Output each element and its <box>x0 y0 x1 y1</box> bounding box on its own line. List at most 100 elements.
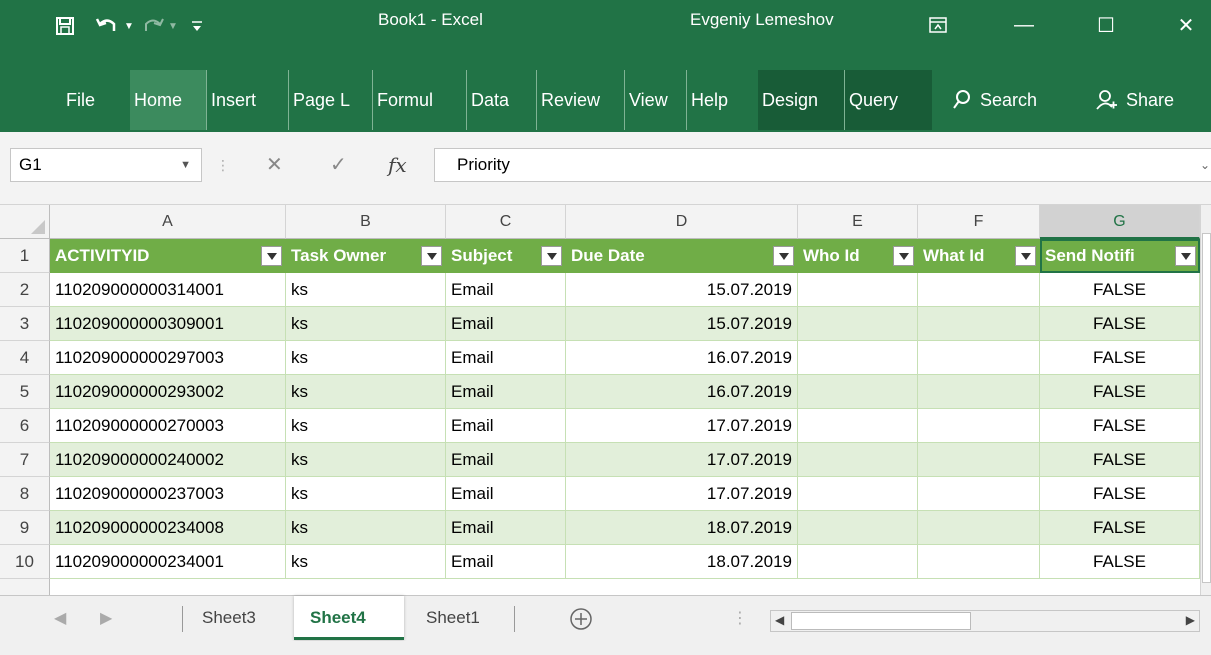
close-button[interactable]: ✕ <box>1166 10 1206 40</box>
select-all-corner[interactable] <box>0 205 50 239</box>
table-header-cell[interactable]: Send Notifi <box>1040 239 1200 273</box>
expand-formula-bar-icon[interactable]: ⌄ <box>1200 148 1210 182</box>
name-box-dropdown-icon[interactable]: ▼ <box>180 149 191 181</box>
redo-dropdown-icon[interactable]: ▼ <box>166 12 180 40</box>
table-cell[interactable]: FALSE <box>1040 273 1200 307</box>
table-cell[interactable] <box>918 409 1040 443</box>
row-header[interactable]: 10 <box>0 545 50 579</box>
save-icon[interactable] <box>52 12 78 40</box>
table-cell[interactable]: 110209000000297003 <box>50 341 286 375</box>
scroll-right-icon[interactable]: ▶ <box>1186 613 1195 627</box>
tab-page-layout[interactable]: Page L <box>288 70 372 130</box>
tab-formulas[interactable]: Formul <box>372 70 466 130</box>
table-cell[interactable]: ks <box>286 511 446 545</box>
tab-file[interactable]: File <box>62 70 122 130</box>
ribbon-display-options-icon[interactable] <box>918 10 958 40</box>
row-header[interactable]: 2 <box>0 273 50 307</box>
tab-query[interactable]: Query <box>844 70 932 130</box>
row-header[interactable]: 6 <box>0 409 50 443</box>
scroll-tabs-right-icon[interactable]: ▶ <box>100 608 112 628</box>
tab-design[interactable]: Design <box>758 70 844 130</box>
formula-bar-grip-icon[interactable]: ⋮ <box>216 148 230 182</box>
vertical-scrollbar[interactable] <box>1200 205 1211 595</box>
table-cell[interactable] <box>798 273 918 307</box>
customize-quick-access-icon[interactable] <box>186 12 208 40</box>
table-cell[interactable]: ks <box>286 341 446 375</box>
table-cell[interactable]: FALSE <box>1040 443 1200 477</box>
tab-home[interactable]: Home <box>130 70 206 130</box>
row-header[interactable]: 8 <box>0 477 50 511</box>
insert-function-icon[interactable]: fx <box>388 148 407 182</box>
table-header-cell[interactable]: Who Id <box>798 239 918 273</box>
table-cell[interactable]: Email <box>446 307 566 341</box>
table-cell[interactable]: 15.07.2019 <box>566 273 798 307</box>
table-cell[interactable]: ks <box>286 545 446 579</box>
table-cell[interactable]: Email <box>446 273 566 307</box>
table-cell[interactable]: ks <box>286 409 446 443</box>
table-cell[interactable]: FALSE <box>1040 409 1200 443</box>
table-cell[interactable] <box>798 477 918 511</box>
sheet-tab-sheet3[interactable]: Sheet3 <box>186 596 272 640</box>
column-header-f[interactable]: F <box>918 205 1040 239</box>
worksheet-grid[interactable]: A B C D E F G 1 ACTIVITYID Task Owner Subject Due D… <box>0 205 1200 595</box>
maximize-button[interactable]: ☐ <box>1086 10 1126 40</box>
filter-dropdown-icon[interactable] <box>541 246 562 266</box>
table-cell[interactable]: 17.07.2019 <box>566 409 798 443</box>
table-cell[interactable]: 18.07.2019 <box>566 511 798 545</box>
table-cell[interactable] <box>918 477 1040 511</box>
table-cell[interactable]: 16.07.2019 <box>566 341 798 375</box>
tab-help[interactable]: Help <box>686 70 758 130</box>
table-cell[interactable]: ks <box>286 273 446 307</box>
table-cell[interactable]: Email <box>446 443 566 477</box>
table-cell[interactable] <box>798 341 918 375</box>
column-header-g[interactable]: G <box>1040 205 1200 239</box>
table-cell[interactable]: FALSE <box>1040 545 1200 579</box>
filter-dropdown-icon[interactable] <box>421 246 442 266</box>
table-cell[interactable]: 110209000000314001 <box>50 273 286 307</box>
tab-data[interactable]: Data <box>466 70 536 130</box>
column-header-a[interactable]: A <box>50 205 286 239</box>
table-cell[interactable]: 17.07.2019 <box>566 443 798 477</box>
table-cell[interactable]: 18.07.2019 <box>566 545 798 579</box>
table-cell[interactable]: 110209000000234008 <box>50 511 286 545</box>
table-cell[interactable] <box>918 375 1040 409</box>
table-header-cell[interactable]: ACTIVITYID <box>50 239 286 273</box>
horizontal-scrollbar[interactable]: ◀ ▶ <box>770 610 1200 632</box>
table-cell[interactable]: 15.07.2019 <box>566 307 798 341</box>
name-box[interactable]: G1 ▼ <box>10 148 202 182</box>
filter-dropdown-icon[interactable] <box>1015 246 1036 266</box>
column-header-e[interactable]: E <box>798 205 918 239</box>
table-cell[interactable]: 110209000000234001 <box>50 545 286 579</box>
table-cell[interactable]: Email <box>446 375 566 409</box>
table-cell[interactable]: 17.07.2019 <box>566 477 798 511</box>
table-cell[interactable] <box>798 545 918 579</box>
filter-dropdown-icon[interactable] <box>1175 246 1196 266</box>
row-header[interactable]: 1 <box>0 239 50 273</box>
table-cell[interactable]: 110209000000237003 <box>50 477 286 511</box>
table-cell[interactable]: ks <box>286 375 446 409</box>
tab-review[interactable]: Review <box>536 70 624 130</box>
formula-input[interactable]: Priority <box>434 148 1211 182</box>
table-cell[interactable]: Email <box>446 409 566 443</box>
table-cell[interactable]: FALSE <box>1040 375 1200 409</box>
row-header[interactable]: 4 <box>0 341 50 375</box>
share-button[interactable]: Share <box>1092 70 1204 130</box>
table-cell[interactable]: FALSE <box>1040 341 1200 375</box>
table-cell[interactable]: 110209000000293002 <box>50 375 286 409</box>
enter-icon[interactable]: ✓ <box>330 148 347 182</box>
undo-icon[interactable] <box>92 12 122 40</box>
table-cell[interactable]: Email <box>446 477 566 511</box>
table-cell[interactable]: ks <box>286 443 446 477</box>
column-header-c[interactable]: C <box>446 205 566 239</box>
splitter-grip-icon[interactable]: ⋮ <box>732 608 748 628</box>
table-cell[interactable] <box>918 273 1040 307</box>
table-cell[interactable]: 110209000000240002 <box>50 443 286 477</box>
table-cell[interactable] <box>798 511 918 545</box>
table-cell[interactable] <box>918 341 1040 375</box>
sheet-tab-sheet4[interactable]: Sheet4 <box>294 596 404 640</box>
table-cell[interactable]: FALSE <box>1040 477 1200 511</box>
filter-dropdown-icon[interactable] <box>261 246 282 266</box>
table-cell[interactable]: 110209000000309001 <box>50 307 286 341</box>
table-cell[interactable] <box>918 307 1040 341</box>
vertical-scroll-thumb[interactable] <box>1202 233 1211 583</box>
